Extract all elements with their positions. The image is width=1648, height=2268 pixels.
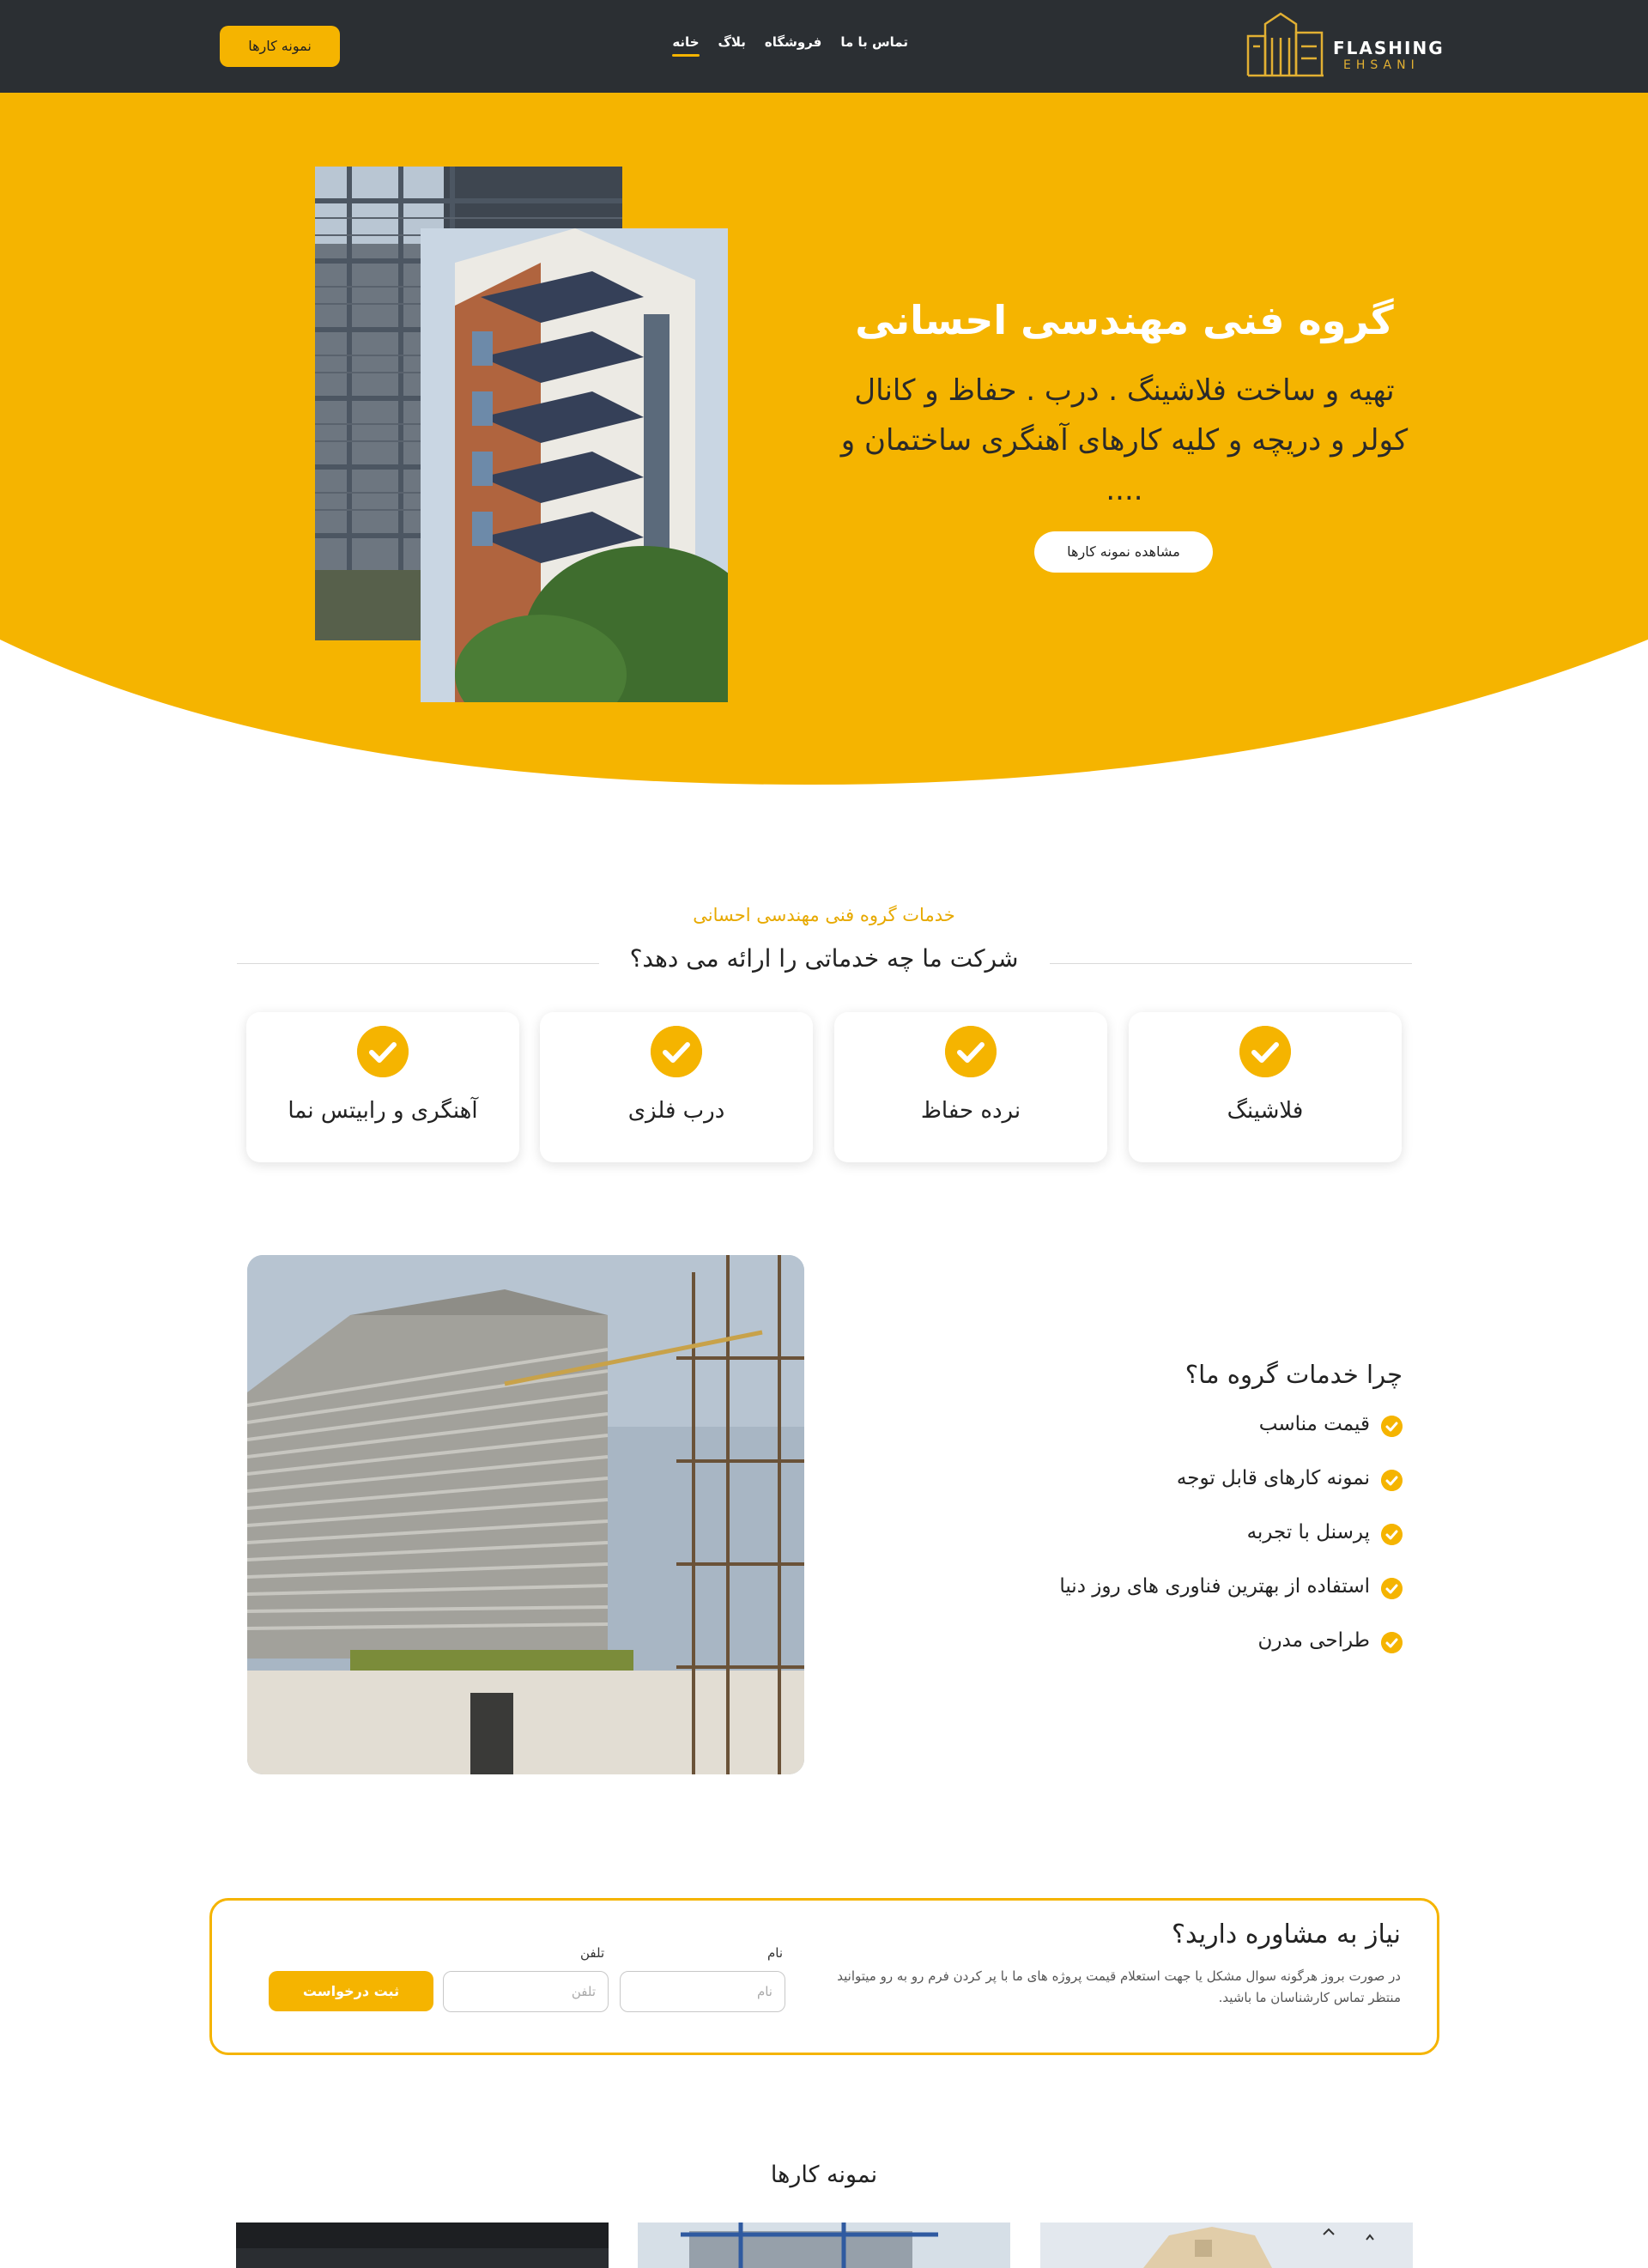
main-nav: خانه بلاگ فروشگاه تماس با ما [672, 34, 908, 57]
hero-title: گروه فنی مهندسی احسانی [855, 297, 1394, 343]
phone-field-label: تلفن [580, 1945, 605, 1961]
hero-photo-front [421, 228, 728, 702]
check-circle-icon [1381, 1416, 1403, 1437]
why-section-photo [247, 1255, 804, 1774]
list-item: استفاده از بهترین فناوری های روز دنیا [1059, 1575, 1403, 1629]
consult-title: نیاز به مشاوره دارید؟ [1172, 1919, 1401, 1950]
name-input[interactable] [620, 1971, 785, 2012]
why-item-label: استفاده از بهترین فناوری های روز دنیا [1059, 1575, 1370, 1598]
name-field-label: نام [767, 1945, 784, 1961]
nav-item-contact[interactable]: تماس با ما [840, 34, 908, 57]
why-item-label: طراحی مدرن [1257, 1629, 1370, 1652]
hero-text: گروه فنی مهندسی احسانی تهیه و ساخت فلاشی… [824, 287, 1425, 515]
why-item-label: نمونه کارهای قابل توجه [1176, 1467, 1370, 1489]
check-circle-icon [1381, 1578, 1403, 1599]
check-circle-icon [1381, 1470, 1403, 1491]
list-item: پرسنل با تجربه [1059, 1521, 1403, 1575]
why-item-label: قیمت مناسب [1258, 1413, 1370, 1435]
service-card[interactable]: نرده حفاظ [834, 1012, 1107, 1162]
why-title: چرا خدمات گروه ما؟ [1184, 1360, 1403, 1389]
nav-item-shop[interactable]: فروشگاه [765, 34, 821, 57]
service-card[interactable]: درب فلزی [540, 1012, 813, 1162]
service-card-label: فلاشینگ [1227, 1098, 1304, 1124]
services-cards: فلاشینگ نرده حفاظ درب فلزی آهنگری و رابی… [246, 1012, 1402, 1162]
site-header: FLASHING EHSANI خانه بلاگ فروشگاه تماس ب… [0, 0, 1648, 93]
service-card-label: درب فلزی [627, 1098, 725, 1124]
services-heading: شرکت ما چه خدماتی را ارائه می دهد؟ [629, 944, 1019, 973]
consult-description: در صورت بروز هرگونه سوال مشکل یا جهت است… [837, 1968, 1401, 2005]
service-card[interactable]: فلاشینگ [1129, 1012, 1402, 1162]
check-circle-icon [945, 1026, 997, 1077]
portfolio-title: نمونه کارها [770, 2162, 878, 2188]
list-item: نمونه کارهای قابل توجه [1059, 1467, 1403, 1521]
check-circle-icon [1381, 1524, 1403, 1545]
why-list: قیمت مناسب نمونه کارهای قابل توجه پرسنل … [1059, 1413, 1403, 1683]
portfolio-thumbnail[interactable] [236, 2223, 609, 2268]
hero-section: گروه فنی مهندسی احسانی تهیه و ساخت فلاشی… [0, 93, 1648, 788]
services-kicker: خدمات گروه فنی مهندسی احسانی [693, 905, 955, 925]
check-circle-icon [651, 1026, 702, 1077]
service-card[interactable]: آهنگری و رابیتس نما [246, 1012, 519, 1162]
list-item: طراحی مدرن [1059, 1629, 1403, 1683]
logo-title: FLASHING [1333, 38, 1445, 58]
why-item-label: پرسنل با تجربه [1246, 1521, 1370, 1543]
hero-description: تهیه و ساخت فلاشینگ . درب . حفاظ و کانال… [840, 373, 1409, 507]
check-circle-icon [1239, 1026, 1291, 1077]
portfolio-thumbnail[interactable] [638, 2223, 1010, 2268]
view-portfolio-button[interactable]: مشاهده نمونه کارها [1034, 531, 1213, 573]
list-item: قیمت مناسب [1059, 1413, 1403, 1467]
portfolio-thumbnail[interactable] [1040, 2223, 1413, 2268]
nav-item-blog[interactable]: بلاگ [718, 34, 746, 57]
phone-input[interactable] [443, 1971, 609, 2012]
building-logo-icon [1246, 12, 1324, 77]
check-circle-icon [1381, 1632, 1403, 1653]
check-circle-icon [357, 1026, 409, 1077]
logo-subtitle: EHSANI [1343, 58, 1420, 72]
service-card-label: آهنگری و رابیتس نما [288, 1098, 478, 1124]
nav-item-home[interactable]: خانه [672, 34, 700, 57]
consult-form-box: نیاز به مشاوره دارید؟ در صورت بروز هرگون… [209, 1898, 1439, 2055]
service-card-label: نرده حفاظ [920, 1098, 1021, 1124]
site-logo[interactable]: FLASHING EHSANI [1246, 12, 1443, 77]
submit-request-button[interactable]: ثبت درخواست [269, 1971, 433, 2011]
portfolio-header-button[interactable]: نمونه کارها [220, 26, 340, 67]
